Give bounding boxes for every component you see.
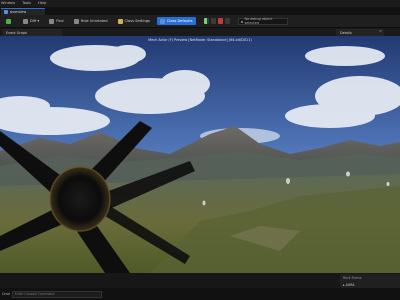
bottom-right-line2[interactable]: ▸ AURA — [343, 283, 354, 287]
pause-icon[interactable] — [210, 18, 216, 24]
find-icon — [49, 18, 55, 24]
editor-window: Window Tools Help overview Diff ▾ Find H… — [0, 0, 400, 300]
hide-unrelated-label: Hide Unrelated — [80, 19, 108, 23]
game-viewport[interactable]: Mech Actor (F) Preview [NetMode: Standal… — [0, 36, 400, 273]
close-icon[interactable]: × — [379, 29, 382, 33]
debug-object-select[interactable]: No debug object selected — [237, 17, 288, 25]
diff-icon — [23, 18, 28, 24]
play-icon[interactable] — [203, 18, 209, 24]
tab-label: overview — [10, 10, 27, 14]
tab-overview[interactable]: overview — [1, 8, 45, 15]
class-defaults-icon — [159, 18, 165, 24]
class-settings-button[interactable]: Class Settings — [115, 17, 153, 25]
tab-bar: overview — [0, 7, 400, 15]
event-graph-tab[interactable]: Event Graph — [2, 29, 62, 36]
menu-tools[interactable]: Tools — [22, 0, 31, 7]
compile-icon — [6, 18, 11, 24]
event-graph-label: Event Graph — [6, 30, 28, 35]
skip-icon[interactable] — [224, 18, 230, 24]
menu-bar: Window Tools Help — [0, 0, 400, 7]
class-settings-icon — [117, 18, 123, 24]
console-command-input[interactable]: Enter Console Command — [11, 290, 102, 298]
diff-button[interactable]: Diff ▾ — [20, 17, 42, 25]
class-defaults-label: Class Defaults — [166, 19, 193, 23]
play-controls — [203, 18, 232, 24]
diff-label: Diff ▾ — [30, 19, 40, 23]
toolbar: Diff ▾ Find Hide Unrelated Class Setting… — [0, 15, 400, 28]
find-label: Find — [56, 19, 64, 23]
compile-button[interactable] — [3, 17, 16, 25]
stop-icon[interactable] — [217, 18, 223, 24]
find-button[interactable]: Find — [46, 17, 66, 25]
menu-help[interactable]: Help — [38, 0, 46, 7]
hide-unrelated-icon — [73, 18, 79, 24]
cmd-label: Cmd — [2, 292, 10, 296]
viewport-scene — [0, 36, 400, 273]
viewport-title: Mech Actor (F) Preview [NetMode: Standal… — [148, 38, 252, 42]
class-settings-label: Class Settings — [124, 19, 150, 23]
class-defaults-button[interactable]: Class Defaults — [156, 17, 196, 25]
hide-unrelated-button[interactable]: Hide Unrelated — [71, 17, 111, 25]
blueprint-icon — [4, 10, 8, 14]
details-label: Details — [340, 30, 352, 35]
details-tab[interactable]: Details × — [336, 29, 384, 36]
status-bar: Cmd Enter Console Command — [0, 288, 400, 300]
bottom-right-line1: Rock Frame — [343, 276, 362, 280]
panel-header-row: Event Graph Details × — [0, 28, 400, 36]
menu-window[interactable]: Window — [1, 0, 15, 7]
